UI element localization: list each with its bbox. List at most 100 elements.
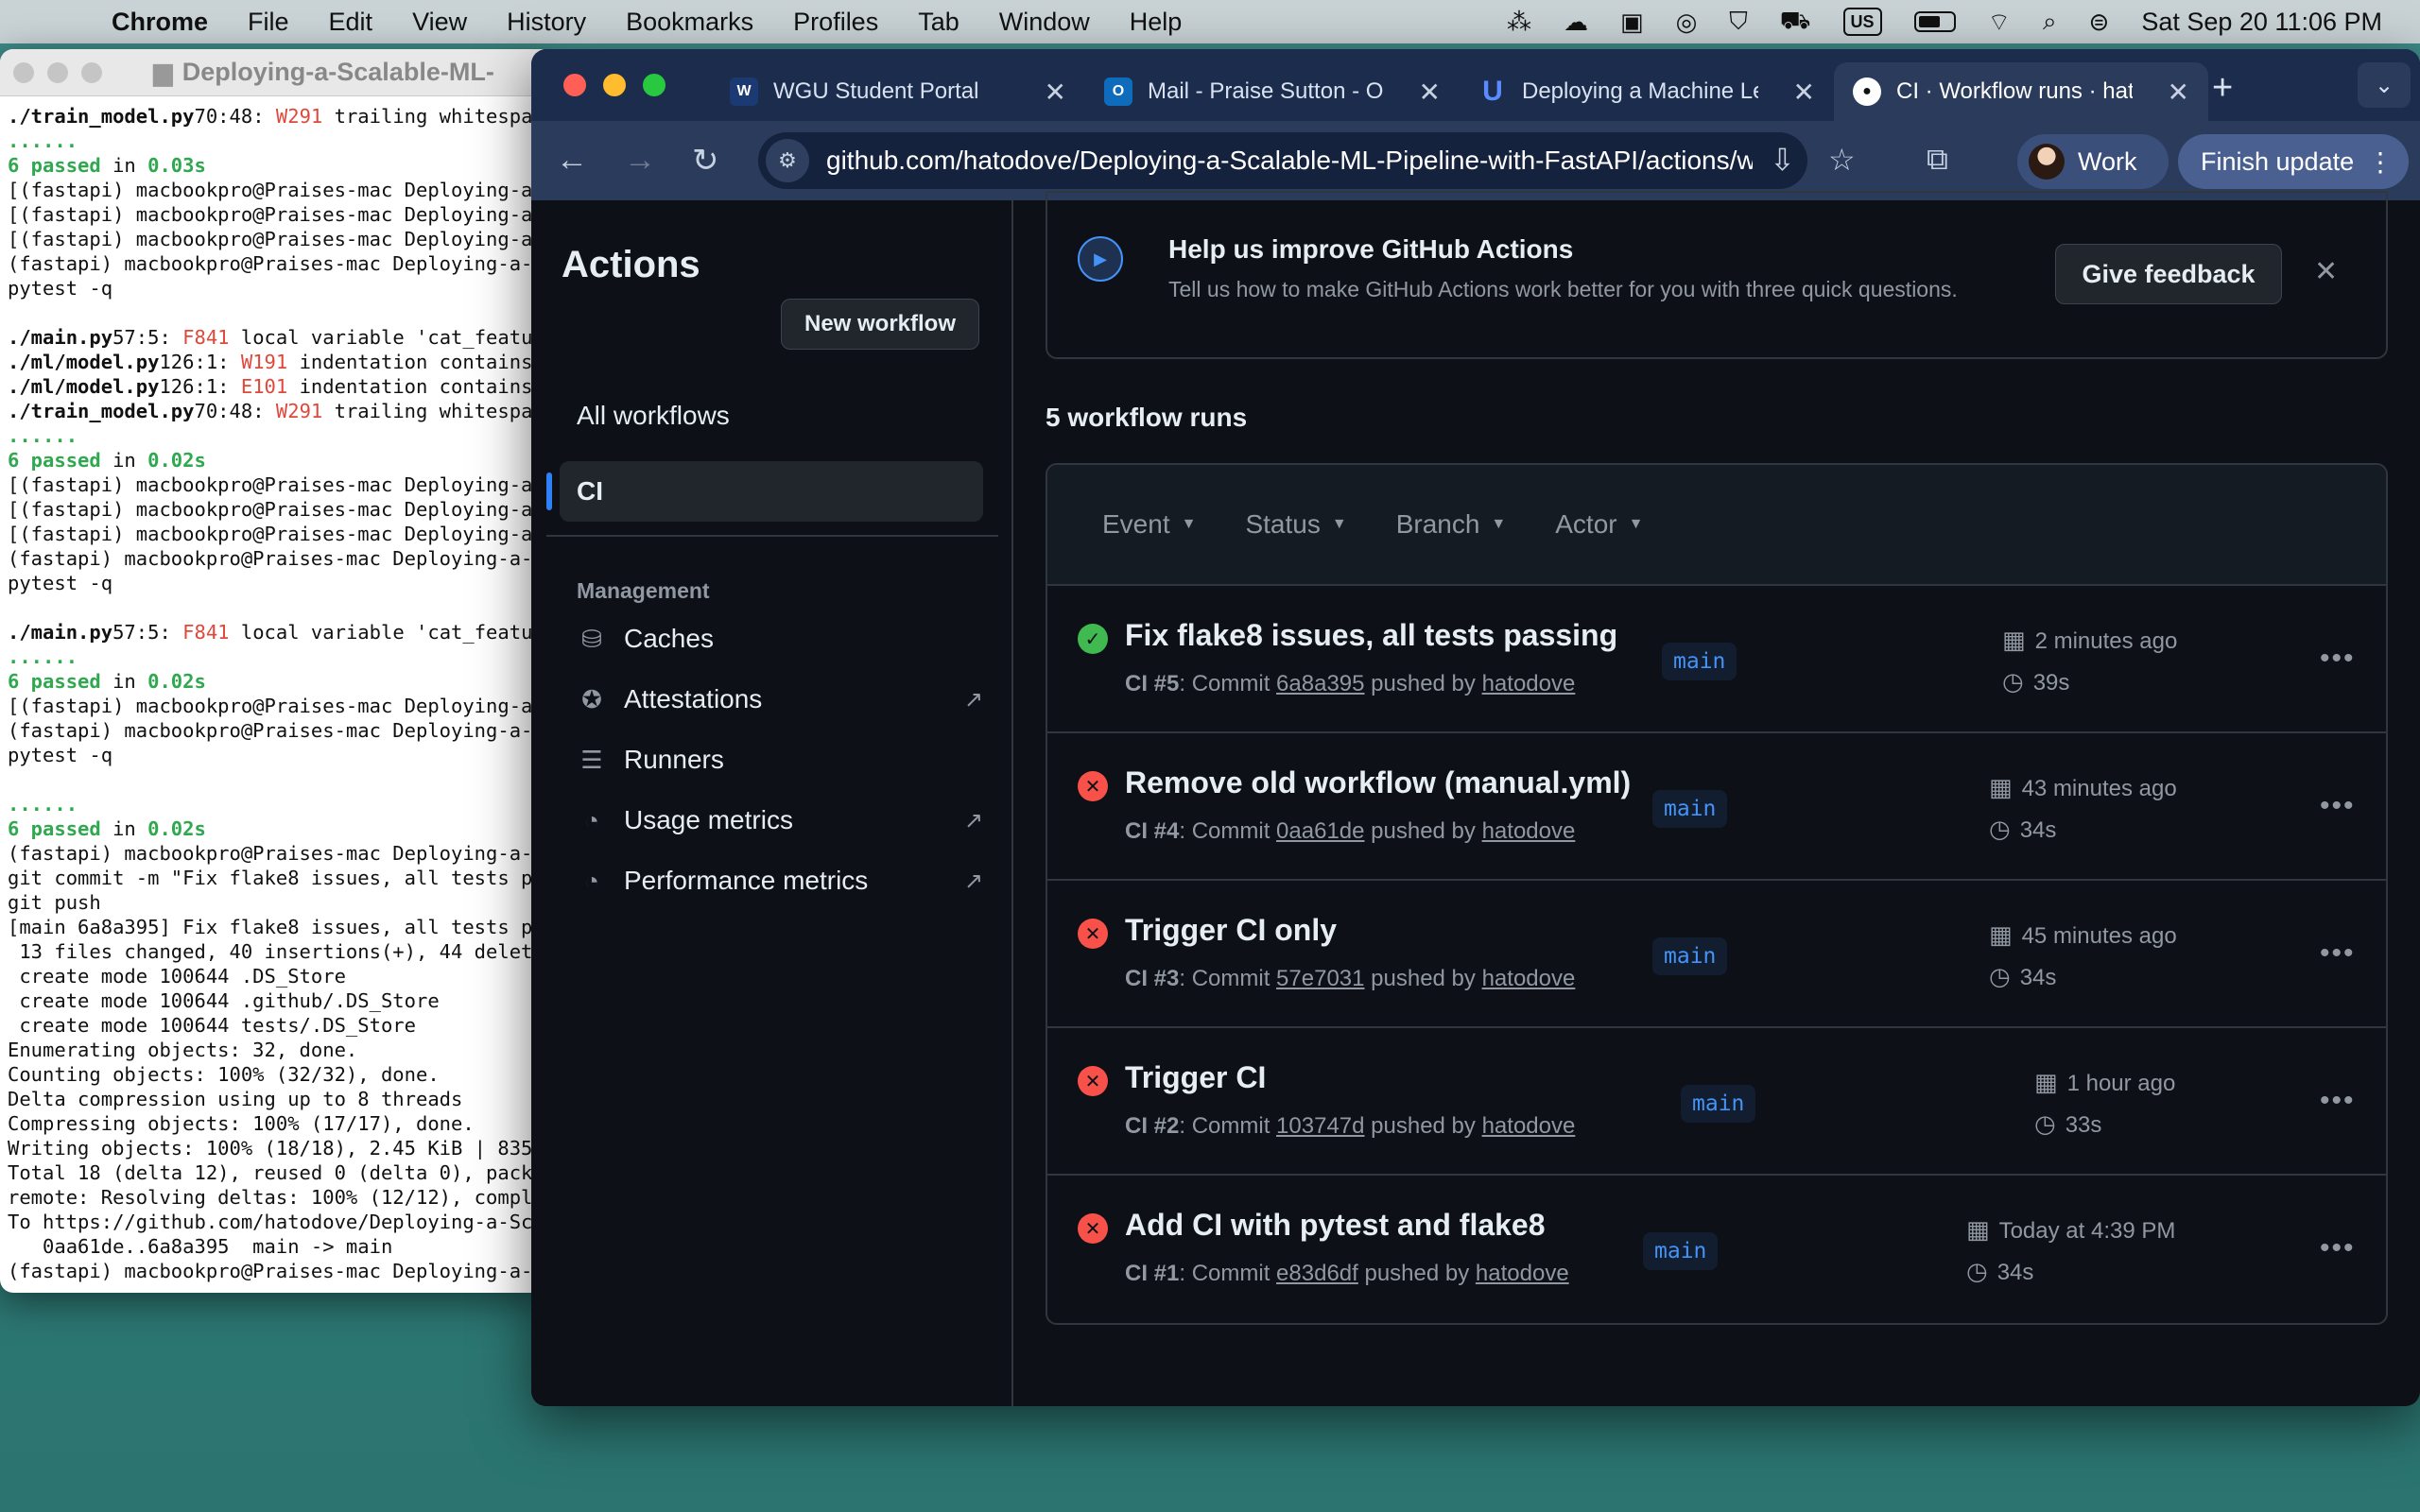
- sidebar-item-performance-metrics[interactable]: ◔ Performance metrics ↗: [577, 866, 983, 896]
- dots-status-icon[interactable]: ⁂: [1507, 8, 1531, 36]
- filter-actor[interactable]: Actor ▼: [1555, 509, 1643, 540]
- close-tab-icon[interactable]: ✕: [1045, 77, 1066, 108]
- workflow-run-row[interactable]: ✓ Fix flake8 issues, all tests passing CI …: [1047, 586, 2386, 733]
- tab-github-actions[interactable]: ● CI · Workflow runs · hatodove ✕: [1834, 62, 2208, 121]
- menu-history[interactable]: History: [507, 8, 586, 37]
- run-commit-link[interactable]: 103747d: [1276, 1113, 1364, 1139]
- minimize-icon[interactable]: [47, 61, 68, 83]
- kebab-horizontal-icon[interactable]: •••: [2320, 790, 2356, 822]
- menu-help[interactable]: Help: [1130, 8, 1183, 37]
- kebab-horizontal-icon[interactable]: •••: [2320, 937, 2356, 970]
- run-title[interactable]: Fix flake8 issues, all tests passing: [1125, 618, 1617, 653]
- close-tab-icon[interactable]: ✕: [2168, 77, 2189, 108]
- kebab-horizontal-icon[interactable]: •••: [2320, 1232, 2356, 1264]
- sidebar-item-ci[interactable]: CI: [560, 461, 983, 522]
- close-tab-icon[interactable]: ✕: [1419, 77, 1441, 108]
- filter-status[interactable]: Status ▼: [1245, 509, 1346, 540]
- tab-outlook[interactable]: O Mail - Praise Sutton - Outlook ✕: [1085, 62, 1460, 121]
- terminal-text: 126:1:: [159, 351, 241, 373]
- branch-label[interactable]: main: [1662, 643, 1737, 680]
- menu-app-name[interactable]: Chrome: [112, 8, 208, 37]
- inbox-icon[interactable]: ▣: [1620, 8, 1644, 36]
- terminal-output[interactable]: ./train_model.py70:48: W291 trailing whi…: [0, 96, 548, 1291]
- minimize-window-icon[interactable]: [603, 74, 626, 96]
- workflow-run-row[interactable]: ✕ Remove old workflow (manual.yml) CI #4: …: [1047, 733, 2386, 881]
- sidebar-item-runners[interactable]: ☰ Runners: [577, 745, 983, 775]
- fullscreen-window-icon[interactable]: [643, 74, 666, 96]
- menu-window[interactable]: Window: [999, 8, 1090, 37]
- menu-bookmarks[interactable]: Bookmarks: [626, 8, 753, 37]
- run-title[interactable]: Trigger CI only: [1125, 913, 1337, 948]
- close-icon[interactable]: [13, 61, 34, 83]
- workflow-run-row[interactable]: ✕ Trigger CI only CI #3: Commit 57e7031 pu…: [1047, 881, 2386, 1028]
- menu-file[interactable]: File: [248, 8, 289, 37]
- run-commit-link[interactable]: 0aa61de: [1276, 818, 1364, 844]
- run-commit-link[interactable]: 57e7031: [1276, 966, 1364, 991]
- terminal-text: git push: [8, 891, 101, 914]
- branch-label[interactable]: main: [1652, 937, 1728, 975]
- tab-search-icon[interactable]: ⌄: [2358, 62, 2411, 108]
- wifi-icon[interactable]: ⌔: [1988, 8, 2011, 36]
- filter-branch[interactable]: Branch ▼: [1396, 509, 1507, 540]
- sidebar-item-usage-metrics[interactable]: ◔ Usage metrics ↗: [577, 805, 983, 835]
- car-icon[interactable]: ⛟: [1780, 6, 1811, 36]
- tab-wgu[interactable]: W WGU Student Portal ✕: [711, 62, 1085, 121]
- run-actor-link[interactable]: hatodove: [1476, 1261, 1569, 1286]
- run-commit-link[interactable]: 6a8a395: [1276, 671, 1364, 696]
- back-icon[interactable]: ←: [556, 142, 588, 179]
- menu-profiles[interactable]: Profiles: [793, 8, 878, 37]
- profile-button[interactable]: Work: [2017, 134, 2169, 189]
- bookmark-star-icon[interactable]: ☆: [1828, 142, 1856, 178]
- run-actor-link[interactable]: hatodove: [1482, 966, 1576, 991]
- cloud-icon[interactable]: ☁: [1564, 8, 1588, 36]
- close-icon[interactable]: ✕: [2314, 255, 2338, 288]
- sidebar-item-attestations[interactable]: ✪ Attestations ↗: [577, 684, 983, 714]
- site-settings-icon[interactable]: ⚙: [766, 139, 809, 182]
- input-source-indicator[interactable]: US: [1842, 8, 1882, 36]
- menu-view[interactable]: View: [412, 8, 467, 37]
- battery-icon[interactable]: [1913, 11, 1956, 32]
- workflow-run-row[interactable]: ✕ Add CI with pytest and flake8 CI #1: Com…: [1047, 1176, 2386, 1323]
- install-app-icon[interactable]: ⇩: [1770, 142, 1795, 178]
- control-center-icon[interactable]: ⊜: [2089, 8, 2110, 36]
- kebab-horizontal-icon[interactable]: •••: [2320, 643, 2356, 675]
- terminal-text: W191: [240, 351, 288, 373]
- run-actor-link[interactable]: hatodove: [1482, 818, 1576, 844]
- shield-status-icon[interactable]: ⛉: [1729, 7, 1748, 36]
- reload-icon[interactable]: ↻: [692, 142, 719, 180]
- forward-icon[interactable]: →: [624, 142, 656, 179]
- menu-edit[interactable]: Edit: [329, 8, 373, 37]
- url-text[interactable]: github.com/hatodove/Deploying-a-Scalable…: [826, 146, 1753, 176]
- vpn-icon[interactable]: ◎: [1676, 8, 1698, 36]
- give-feedback-button[interactable]: Give feedback: [2055, 244, 2282, 304]
- sidebar-item-caches[interactable]: ⛁ Caches: [577, 624, 983, 654]
- kebab-horizontal-icon[interactable]: •••: [2320, 1085, 2356, 1117]
- run-title[interactable]: Add CI with pytest and flake8: [1125, 1208, 1546, 1243]
- extensions-icon[interactable]: ⧉: [1927, 142, 1948, 178]
- run-title[interactable]: Trigger CI: [1125, 1060, 1266, 1095]
- menu-clock[interactable]: Sat Sep 20 11:06 PM: [2141, 8, 2382, 37]
- terminal-line: pytest -q: [8, 571, 541, 595]
- close-tab-icon[interactable]: ✕: [1793, 77, 1815, 108]
- finish-update-button[interactable]: Finish update ⋮: [2178, 134, 2409, 189]
- chrome-menu-icon[interactable]: ⋮: [2367, 146, 2394, 178]
- branch-label[interactable]: main: [1643, 1232, 1719, 1270]
- new-tab-icon[interactable]: +: [2212, 68, 2233, 109]
- zoom-icon[interactable]: [81, 61, 102, 83]
- menu-tab[interactable]: Tab: [918, 8, 959, 37]
- run-commit-link[interactable]: e83d6df: [1276, 1261, 1358, 1286]
- sidebar-item-all-workflows[interactable]: All workflows: [577, 401, 730, 431]
- new-workflow-button[interactable]: New workflow: [781, 299, 979, 350]
- branch-label[interactable]: main: [1652, 790, 1728, 828]
- close-window-icon[interactable]: [563, 74, 586, 96]
- run-title[interactable]: Remove old workflow (manual.yml): [1125, 765, 1631, 800]
- branch-label[interactable]: main: [1681, 1085, 1756, 1123]
- workflow-run-row[interactable]: ✕ Trigger CI CI #2: Commit 103747d pushed …: [1047, 1028, 2386, 1176]
- filter-event[interactable]: Event ▼: [1102, 509, 1196, 540]
- profile-label: Work: [2078, 146, 2137, 176]
- run-actor-link[interactable]: hatodove: [1482, 1113, 1576, 1139]
- run-actor-link[interactable]: hatodove: [1482, 671, 1576, 696]
- address-bar[interactable]: ⚙ github.com/hatodove/Deploying-a-Scalab…: [758, 132, 1807, 189]
- tab-udacity[interactable]: U Deploying a Machine Learning Model ✕: [1460, 62, 1834, 121]
- search-icon[interactable]: ⌕: [2043, 7, 2057, 36]
